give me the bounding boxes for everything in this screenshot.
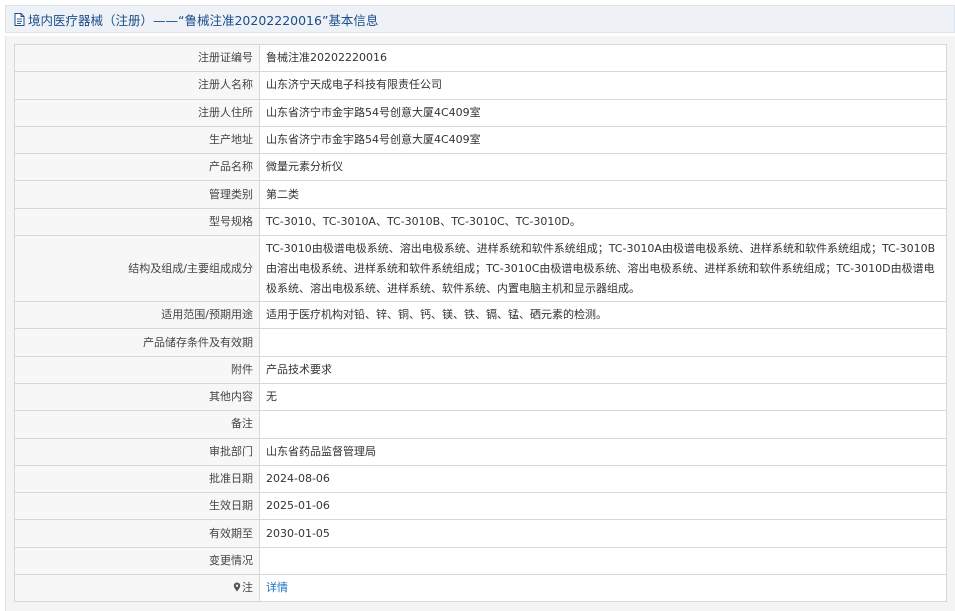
details-link[interactable]: 详情	[266, 581, 288, 594]
table-row: 有效期至 2030-01-05	[14, 519, 947, 548]
row-label: 其他内容	[14, 382, 260, 412]
table-row: 其他内容 无	[14, 382, 947, 412]
row-value: TC-3010由极谱电极系统、溶出电极系统、进样系统和软件系统组成；TC-301…	[259, 235, 947, 303]
row-label: 生效日期	[14, 492, 260, 521]
row-label: 有效期至	[14, 519, 260, 548]
table-row: 附件 产品技术要求	[14, 355, 947, 384]
row-label: 变更情况	[14, 546, 260, 576]
table-row: 型号规格 TC-3010、TC-3010A、TC-3010B、TC-3010C、…	[14, 207, 947, 237]
table-row: 适用范围/预期用途 适用于医疗机构对铅、锌、铜、钙、镁、铁、镉、锰、硒元素的检测…	[14, 301, 947, 330]
table-row: 生效日期 2025-01-06	[14, 492, 947, 521]
row-label: 附件	[14, 355, 260, 384]
page-title: 境内医疗器械（注册）——“鲁械注准20202220016”基本信息	[28, 12, 379, 28]
row-value: 适用于医疗机构对铅、锌、铜、钙、镁、铁、镉、锰、硒元素的检测。	[259, 301, 947, 330]
row-value: 山东济宁天成电子科技有限责任公司	[259, 71, 947, 100]
page-header: 境内医疗器械（注册）——“鲁械注准20202220016”基本信息	[5, 5, 955, 33]
table-row: 注册人名称 山东济宁天成电子科技有限责任公司	[14, 71, 947, 100]
table-row: 生产地址 山东省济宁市金宇路54号创意大厦4C409室	[14, 125, 947, 155]
table-row: 管理类别 第二类	[14, 180, 947, 209]
row-label: 备注	[14, 410, 260, 439]
note-row: 注 详情	[14, 574, 947, 603]
row-value	[259, 546, 947, 576]
row-value	[259, 410, 947, 439]
row-value: 山东省济宁市金宇路54号创意大厦4C409室	[259, 98, 947, 127]
row-label: 注册人住所	[14, 98, 260, 127]
row-label: 产品名称	[14, 153, 260, 182]
table-row: 注册人住所 山东省济宁市金宇路54号创意大厦4C409室	[14, 98, 947, 127]
document-icon	[14, 12, 25, 26]
note-value-cell: 详情	[259, 574, 947, 603]
row-value: 无	[259, 382, 947, 412]
pin-icon	[233, 582, 241, 592]
row-label: 批准日期	[14, 464, 260, 494]
row-label: 注册证编号	[14, 43, 260, 73]
table-row: 结构及组成/主要组成成分 TC-3010由极谱电极系统、溶出电极系统、进样系统和…	[14, 235, 947, 303]
row-label: 生产地址	[14, 125, 260, 155]
table-row: 审批部门 山东省药品监督管理局	[14, 437, 947, 466]
row-label: 审批部门	[14, 437, 260, 466]
row-value: 山东省药品监督管理局	[259, 437, 947, 466]
row-label: 注册人名称	[14, 71, 260, 100]
table-row: 备注	[14, 410, 947, 439]
row-value: 产品技术要求	[259, 355, 947, 384]
row-value: 2025-01-06	[259, 492, 947, 521]
table-row: 批准日期 2024-08-06	[14, 464, 947, 494]
info-table: 注册证编号 鲁械注准20202220016 注册人名称 山东济宁天成电子科技有限…	[14, 43, 947, 603]
row-value: 第二类	[259, 180, 947, 209]
table-row: 变更情况	[14, 546, 947, 576]
row-value	[259, 328, 947, 357]
row-value: 鲁械注准20202220016	[259, 43, 947, 73]
row-label: 结构及组成/主要组成成分	[14, 235, 260, 303]
row-value: 山东省济宁市金宇路54号创意大厦4C409室	[259, 125, 947, 155]
row-label: 管理类别	[14, 180, 260, 209]
table-row: 产品储存条件及有效期	[14, 328, 947, 357]
row-value: 2030-01-05	[259, 519, 947, 548]
row-label: 产品储存条件及有效期	[14, 328, 260, 357]
row-label: 适用范围/预期用途	[14, 301, 260, 330]
table-row: 注册证编号 鲁械注准20202220016	[14, 43, 947, 73]
row-value: TC-3010、TC-3010A、TC-3010B、TC-3010C、TC-30…	[259, 207, 947, 237]
table-row: 产品名称 微量元素分析仪	[14, 153, 947, 182]
note-label-cell: 注	[14, 574, 260, 603]
note-label: 注	[242, 581, 253, 595]
row-value: 微量元素分析仪	[259, 153, 947, 182]
row-label: 型号规格	[14, 207, 260, 237]
row-value: 2024-08-06	[259, 464, 947, 494]
